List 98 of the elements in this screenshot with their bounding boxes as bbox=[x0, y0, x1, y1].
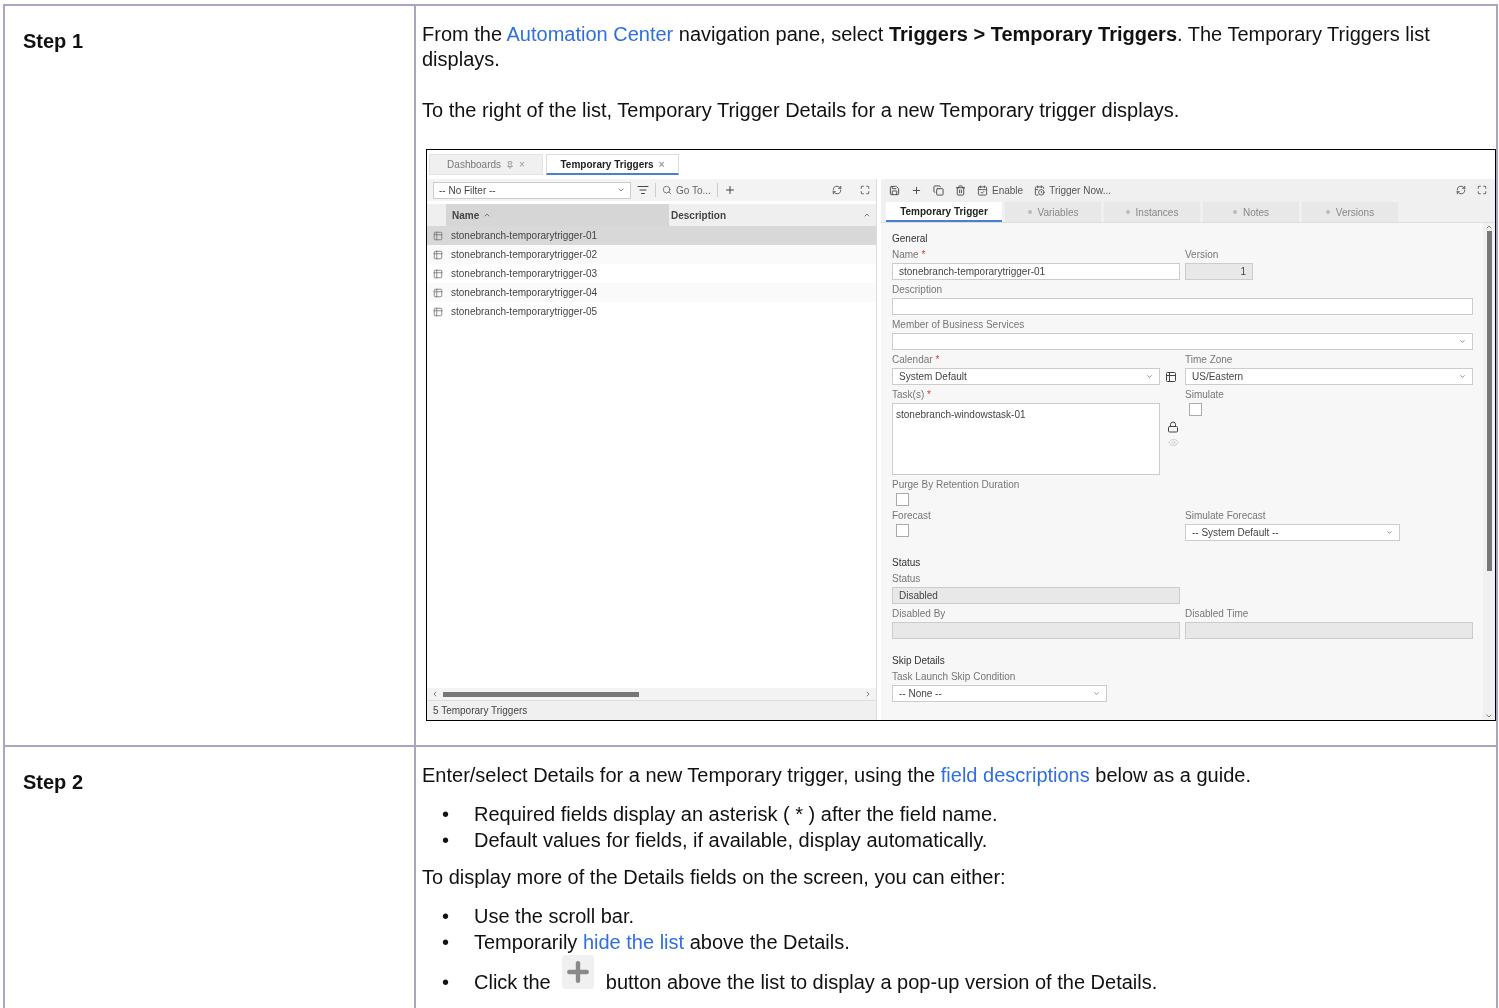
pin-icon[interactable] bbox=[506, 160, 515, 169]
select-field[interactable]: System Default bbox=[892, 368, 1160, 385]
chevron-down-icon[interactable] bbox=[1485, 712, 1493, 720]
field-label: Disabled Time bbox=[1185, 608, 1250, 620]
list-row[interactable]: stonebranch-temporarytrigger-04 bbox=[427, 283, 876, 302]
field-label: Description bbox=[892, 284, 944, 296]
copy-icon[interactable] bbox=[933, 184, 944, 196]
tab[interactable]: Temporary Triggers × bbox=[546, 154, 679, 175]
chevron-left-icon[interactable] bbox=[431, 690, 439, 698]
number-field[interactable]: 1 bbox=[1185, 263, 1253, 280]
field-label: Task(s) * bbox=[892, 389, 932, 401]
table-icon bbox=[433, 268, 443, 279]
list-footer: 5 Temporary Triggers bbox=[427, 700, 876, 720]
table-icon bbox=[433, 306, 443, 317]
lock-icon[interactable] bbox=[1167, 421, 1179, 433]
column-header[interactable]: Description bbox=[669, 204, 863, 226]
table-icon bbox=[433, 249, 443, 260]
table-icon bbox=[433, 287, 443, 298]
maximize-icon[interactable] bbox=[1477, 185, 1487, 195]
bullet-marker: • bbox=[442, 802, 450, 827]
chevron-down-icon[interactable] bbox=[1459, 338, 1466, 345]
goto-button[interactable]: Go To... bbox=[662, 182, 711, 198]
field-label: Simulate bbox=[1185, 389, 1225, 401]
bullet-text: Click the button above the list to display a pop-up version of the Details. bbox=[474, 955, 1158, 995]
paragraph: From the Automation Center navigation pane, select Triggers > Temporary Triggers. The Temporary Triggers list displays. bbox=[422, 22, 1431, 72]
field-label: Purge By Retention Duration bbox=[892, 479, 1021, 491]
calendar-check-icon bbox=[977, 184, 988, 196]
step-label: Step 2 bbox=[23, 771, 84, 793]
chevron-down-icon[interactable] bbox=[617, 186, 625, 194]
tab[interactable]: Temporary Trigger bbox=[886, 202, 1002, 222]
refresh-icon[interactable] bbox=[1456, 185, 1466, 195]
tab[interactable]: Dashboards × bbox=[429, 154, 543, 175]
checkbox[interactable] bbox=[896, 524, 909, 537]
bullet-marker: • bbox=[442, 828, 450, 853]
chevron-up-icon[interactable] bbox=[863, 211, 871, 219]
field-label: Task Launch Skip Condition bbox=[892, 671, 1017, 683]
table-icon bbox=[433, 230, 443, 241]
paragraph: To the right of the list, Temporary Trigger Details for a new Temporary trigger displays. bbox=[422, 98, 1181, 123]
readonly-field: Disabled bbox=[892, 587, 1180, 604]
field-label: Forecast bbox=[892, 510, 932, 522]
calendar-clock-icon bbox=[1034, 184, 1046, 196]
bullet-marker: • bbox=[442, 970, 450, 995]
chevron-down-icon[interactable] bbox=[1146, 373, 1153, 380]
chevron-down-icon[interactable] bbox=[1093, 690, 1100, 697]
select-field[interactable] bbox=[892, 333, 1473, 350]
checkbox[interactable] bbox=[896, 493, 909, 506]
checkbox[interactable] bbox=[1189, 403, 1202, 416]
add-icon[interactable] bbox=[911, 184, 922, 196]
tasks-field[interactable]: stonebranch-windowstask-01 bbox=[892, 403, 1160, 475]
paragraph: Enter/select Details for a new Temporary trigger, using the field descriptions below as a guide. bbox=[422, 763, 1252, 788]
bullet-text: Temporarily hide the list above the Details. bbox=[474, 930, 850, 955]
vertical-scrollbar[interactable] bbox=[1483, 223, 1495, 720]
chevron-up-icon[interactable] bbox=[483, 211, 492, 219]
section-title: Status bbox=[892, 556, 922, 569]
section-title: General bbox=[892, 232, 929, 245]
field-label: Status bbox=[892, 573, 922, 585]
bullet-marker: • bbox=[442, 904, 450, 929]
refresh-icon[interactable] bbox=[832, 185, 842, 195]
list-row[interactable]: stonebranch-temporarytrigger-02 bbox=[427, 245, 876, 264]
select-field[interactable]: -- System Default -- bbox=[1185, 524, 1400, 541]
bullet-text: Use the scroll bar. bbox=[474, 904, 635, 929]
maximize-icon[interactable] bbox=[860, 185, 870, 195]
column-header[interactable]: Name bbox=[446, 204, 669, 226]
filter-select[interactable]: -- No Filter -- bbox=[433, 181, 631, 199]
add-icon[interactable] bbox=[723, 184, 736, 196]
field-label: Calendar * bbox=[892, 354, 941, 366]
field-label: Member of Business Services bbox=[892, 319, 1026, 331]
paragraph: To display more of the Details fields on the screen, you can either: bbox=[422, 865, 1007, 890]
link[interactable]: field descriptions bbox=[940, 764, 1090, 786]
bullet-text: Default values for fields, if available, display automatically. bbox=[474, 828, 988, 853]
select-field[interactable]: US/Eastern bbox=[1185, 368, 1473, 385]
link[interactable]: Automation Center bbox=[506, 23, 674, 45]
horizontal-scrollbar[interactable] bbox=[427, 688, 876, 700]
chevron-down-icon[interactable] bbox=[1386, 529, 1393, 536]
chevron-down-icon[interactable] bbox=[1459, 373, 1466, 380]
field-label: Disabled By bbox=[892, 608, 947, 620]
text-field[interactable] bbox=[892, 298, 1473, 315]
field-label: Name * bbox=[892, 249, 927, 261]
text-field[interactable]: stonebranch-temporarytrigger-01 bbox=[892, 263, 1180, 280]
search-icon bbox=[662, 185, 672, 195]
chevron-up-icon[interactable] bbox=[1485, 223, 1493, 231]
field-label: Time Zone bbox=[1185, 354, 1234, 366]
toolbar-button[interactable]: Enable bbox=[977, 182, 1024, 198]
select-field[interactable]: -- None -- bbox=[892, 685, 1107, 702]
section-title: Skip Details bbox=[892, 654, 946, 667]
delete-icon[interactable] bbox=[955, 184, 966, 196]
list-icon[interactable] bbox=[1165, 370, 1177, 383]
bullet-text: Required fields display an asterisk ( * ) after the field name. bbox=[474, 802, 998, 827]
link[interactable]: hide the list bbox=[582, 931, 685, 953]
bullet-marker: • bbox=[442, 930, 450, 955]
field-label: Version bbox=[1185, 249, 1220, 261]
step-label: Step 1 bbox=[23, 30, 84, 52]
save-icon[interactable] bbox=[889, 184, 900, 196]
field-label: Simulate Forecast bbox=[1185, 510, 1267, 522]
chevron-right-icon[interactable] bbox=[864, 690, 872, 698]
toolbar-button[interactable]: Trigger Now... bbox=[1034, 182, 1111, 198]
list-row[interactable]: stonebranch-temporarytrigger-01 bbox=[427, 226, 876, 245]
filter-icon[interactable] bbox=[637, 184, 649, 196]
